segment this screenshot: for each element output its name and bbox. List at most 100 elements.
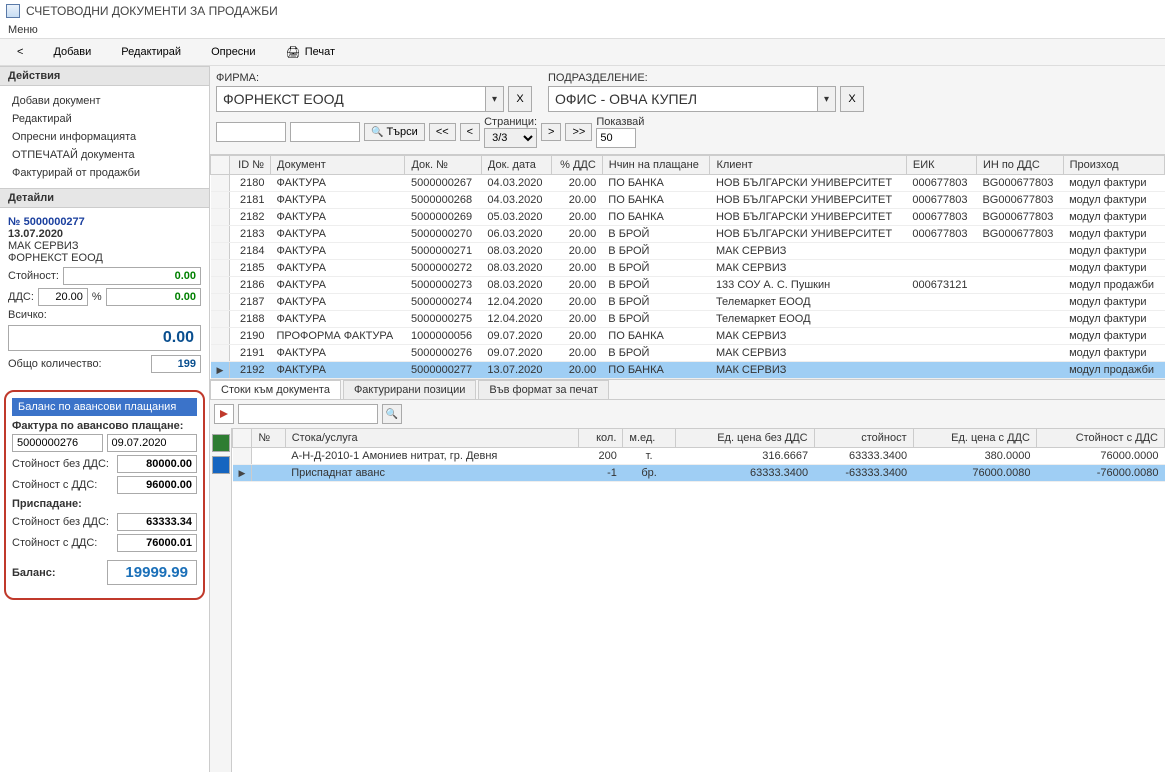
dept-combo[interactable]: ОФИС - ОВЧА КУПЕЛ: [548, 86, 836, 112]
add-button[interactable]: Добави: [38, 41, 106, 63]
doc-date: 13.07.2020: [8, 228, 201, 240]
advance-balance-frame: Баланс по авансови плащания Фактура по а…: [4, 390, 205, 600]
value-input[interactable]: [63, 267, 201, 285]
table-row[interactable]: 2190ПРОФОРМА ФАКТУРА100000005609.07.2020…: [211, 328, 1165, 345]
print-button[interactable]: Печат: [271, 41, 351, 63]
action-edit[interactable]: Редактирай: [0, 110, 209, 128]
export-icon[interactable]: [214, 404, 234, 424]
sheet-icon[interactable]: [212, 456, 230, 474]
search-icon: [371, 126, 383, 138]
table-row[interactable]: 2180ФАКТУРА500000026704.03.202020.00ПО Б…: [211, 175, 1165, 192]
chevron-down-icon[interactable]: [818, 86, 836, 112]
table-row[interactable]: 2188ФАКТУРА500000027512.04.202020.00В БР…: [211, 311, 1165, 328]
table-row[interactable]: 2181ФАКТУРА500000026804.03.202020.00ПО Б…: [211, 192, 1165, 209]
tab-print-format[interactable]: Във формат за печат: [478, 380, 609, 399]
col-header[interactable]: Ед. цена без ДДС: [675, 429, 814, 448]
action-add-document[interactable]: Добави документ: [0, 92, 209, 110]
col-header[interactable]: % ДДС: [551, 156, 602, 175]
first-page-button[interactable]: <<: [429, 123, 456, 141]
col-header[interactable]: Док. №: [405, 156, 481, 175]
action-print-doc[interactable]: ОТПЕЧАТАЙ документа: [0, 146, 209, 164]
search-button[interactable]: Търси: [364, 123, 425, 141]
firm-combo[interactable]: ФОРНЕКСТ ЕООД: [216, 86, 504, 112]
edit-button[interactable]: Редактирай: [106, 41, 196, 63]
col-header[interactable]: Клиент: [710, 156, 906, 175]
col-header[interactable]: м.ед.: [623, 429, 675, 448]
deduct-label: Приспадане:: [12, 498, 197, 510]
subgrid-side-icons: [210, 428, 232, 772]
adv-val-novat-label: Стойност без ДДС:: [12, 458, 109, 470]
table-row[interactable]: Приспаднат аванс-1бр.63333.3400-63333.34…: [233, 465, 1165, 482]
next-page-button[interactable]: >: [541, 123, 561, 141]
dept-clear-button[interactable]: X: [840, 86, 864, 112]
ded-novat-label: Стойност без ДДС:: [12, 516, 109, 528]
tab-goods[interactable]: Стоки към документа: [210, 380, 341, 399]
table-row[interactable]: А-Н-Д-2010-1 Амониев нитрат, гр. Девня20…: [233, 448, 1165, 465]
table-row[interactable]: 2187ФАКТУРА500000027412.04.202020.00В БР…: [211, 294, 1165, 311]
search-input-2[interactable]: [290, 122, 360, 142]
tab-invoiced-positions[interactable]: Фактурирани позиции: [343, 380, 476, 399]
col-header[interactable]: ИН по ДДС: [976, 156, 1063, 175]
firm-clear-button[interactable]: X: [508, 86, 532, 112]
vat-rate-input[interactable]: [38, 288, 88, 306]
goods-grid[interactable]: №Стока/услугакол.м.ед.Ед. цена без ДДСст…: [232, 428, 1165, 772]
advance-invoice-no[interactable]: [12, 434, 103, 452]
table-row[interactable]: 2186ФАКТУРА500000027308.03.202020.00В БР…: [211, 277, 1165, 294]
table-row[interactable]: 2191ФАКТУРА500000027609.07.202020.00В БР…: [211, 345, 1165, 362]
col-header[interactable]: Стока/услуга: [285, 429, 578, 448]
col-header[interactable]: Ед. цена с ДДС: [913, 429, 1036, 448]
col-header[interactable]: Документ: [271, 156, 405, 175]
adv-val-novat[interactable]: [117, 455, 197, 473]
menubar[interactable]: Меню: [0, 22, 1165, 38]
action-list: Добави документ Редактирай Опресни инфор…: [0, 86, 209, 188]
balance-label: Баланс:: [12, 567, 56, 579]
col-header[interactable]: кол.: [578, 429, 623, 448]
search-input-1[interactable]: [216, 122, 286, 142]
documents-grid[interactable]: ID №ДокументДок. №Док. дата% ДДСНчин на …: [210, 155, 1165, 380]
table-row[interactable]: 2184ФАКТУРА500000027108.03.202020.00В БР…: [211, 243, 1165, 260]
advance-invoice-date[interactable]: [107, 434, 198, 452]
ded-vat-label: Стойност с ДДС:: [12, 537, 97, 549]
table-row[interactable]: 2183ФАКТУРА500000027006.03.202020.00В БР…: [211, 226, 1165, 243]
doc-number: № 5000000277: [8, 214, 201, 228]
value-label: Стойност:: [8, 270, 59, 282]
prev-page-button[interactable]: <: [460, 123, 480, 141]
sidebar: Действия Добави документ Редактирай Опре…: [0, 66, 210, 772]
col-header[interactable]: №: [252, 429, 285, 448]
ded-vat[interactable]: [117, 534, 197, 552]
toolbar: < Добави Редактирай Опресни Печат: [0, 38, 1165, 66]
actions-header: Действия: [0, 66, 209, 86]
vat-amount-input[interactable]: [106, 288, 201, 306]
col-header[interactable]: Произход: [1063, 156, 1164, 175]
table-row[interactable]: 2182ФАКТУРА500000026905.03.202020.00ПО Б…: [211, 209, 1165, 226]
subgrid-search-input[interactable]: [238, 404, 378, 424]
refresh-button[interactable]: Опресни: [196, 41, 270, 63]
firm-label: ФИРМА:: [216, 72, 532, 84]
table-row[interactable]: 2185ФАКТУРА500000027208.03.202020.00В БР…: [211, 260, 1165, 277]
pages-label: Страници:: [484, 116, 537, 128]
vat-pct: %: [92, 291, 102, 303]
qty-input[interactable]: [151, 355, 201, 373]
col-header[interactable]: стойност: [814, 429, 913, 448]
details-header: Детайли: [0, 188, 209, 208]
action-invoice-from-sales[interactable]: Фактурирай от продажби: [0, 164, 209, 182]
last-page-button[interactable]: >>: [565, 123, 592, 141]
main-area: ФИРМА: ФОРНЕКСТ ЕООД X ПОДРАЗДЕЛЕНИЕ:: [210, 66, 1165, 772]
pages-select[interactable]: 3/3: [484, 128, 537, 148]
col-header[interactable]: Стойност с ДДС: [1036, 429, 1164, 448]
subgrid-search-button[interactable]: [382, 404, 402, 424]
col-header[interactable]: ID №: [230, 156, 271, 175]
col-header[interactable]: Нчин на плащане: [602, 156, 710, 175]
excel-icon[interactable]: [212, 434, 230, 452]
show-input[interactable]: [596, 128, 636, 148]
action-refresh-info[interactable]: Опресни информацията: [0, 128, 209, 146]
window-title: СЧЕТОВОДНИ ДОКУМЕНТИ ЗА ПРОДАЖБИ: [26, 4, 278, 18]
table-row[interactable]: 2192ФАКТУРА500000027713.07.202020.00ПО Б…: [211, 362, 1165, 379]
chevron-down-icon[interactable]: [486, 86, 504, 112]
col-header[interactable]: ЕИК: [906, 156, 976, 175]
col-header[interactable]: Док. дата: [481, 156, 551, 175]
balance-value: 19999.99: [107, 560, 197, 585]
adv-val-vat[interactable]: [117, 476, 197, 494]
ded-novat[interactable]: [117, 513, 197, 531]
back-button[interactable]: <: [2, 41, 38, 63]
